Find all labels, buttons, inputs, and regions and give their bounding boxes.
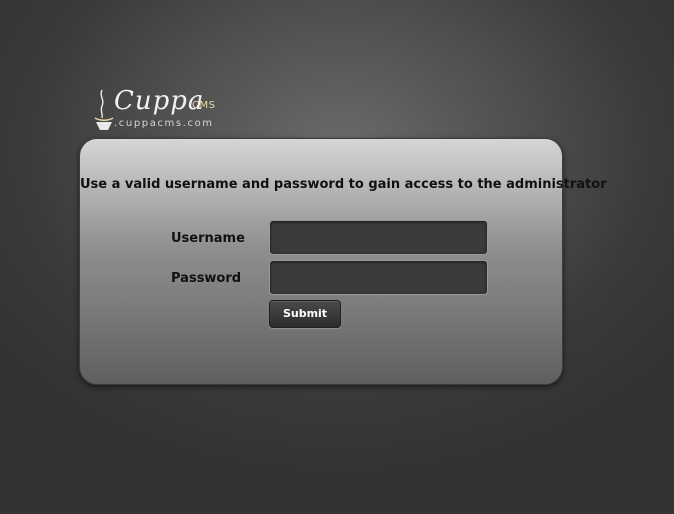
password-input[interactable] xyxy=(269,260,488,295)
cuppa-cms-logo: Cuppa CMS .cuppacms.com xyxy=(94,86,224,132)
logo-wordmark: Cuppa xyxy=(114,86,205,116)
username-input[interactable] xyxy=(269,220,488,255)
logo-url: .cuppacms.com xyxy=(114,118,214,129)
submit-button[interactable]: Submit xyxy=(269,300,341,328)
username-label: Username xyxy=(171,231,245,246)
logo-cms-suffix: CMS xyxy=(192,100,216,111)
login-panel: Use a valid username and password to gai… xyxy=(79,138,607,385)
password-label: Password xyxy=(171,271,242,286)
login-instructions: Use a valid username and password to gai… xyxy=(80,177,607,192)
coffee-steam-icon xyxy=(94,89,114,130)
